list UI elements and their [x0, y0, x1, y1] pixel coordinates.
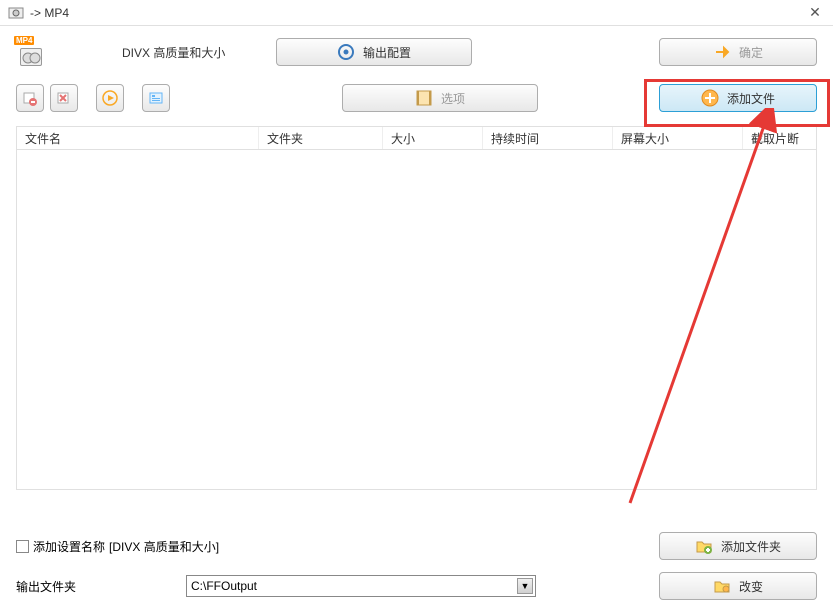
table-body[interactable]: [16, 150, 817, 490]
row-toolbar: 选项 添加文件: [16, 84, 817, 112]
col-duration[interactable]: 持续时间: [483, 127, 613, 149]
checkbox-label-suffix: [DIVX 高质量和大小]: [109, 538, 219, 555]
clear-button[interactable]: [50, 84, 78, 112]
window-title: -> MP4: [30, 6, 69, 20]
table-header: 文件名 文件夹 大小 持续时间 屏幕大小 截取片断: [16, 126, 817, 150]
app-icon: [8, 5, 24, 21]
profile-label: DIVX 高质量和大小: [122, 44, 262, 61]
output-config-button[interactable]: 输出配置: [276, 38, 472, 66]
titlebar: -> MP4 ✕: [0, 0, 833, 26]
output-folder-label: 输出文件夹: [16, 578, 176, 595]
output-folder-combo[interactable]: C:\FFOutput ▼: [186, 575, 536, 597]
output-folder-value: C:\FFOutput: [191, 579, 257, 593]
info-button[interactable]: [142, 84, 170, 112]
mp4-icon: MP4: [16, 38, 48, 66]
col-size[interactable]: 大小: [383, 127, 483, 149]
options-button[interactable]: 选项: [342, 84, 538, 112]
output-row: 输出文件夹 C:\FFOutput ▼ 改变: [16, 572, 817, 600]
plus-icon: [701, 89, 719, 107]
options-label: 选项: [441, 90, 465, 107]
col-screen[interactable]: 屏幕大小: [613, 127, 743, 149]
add-file-label: 添加文件: [727, 90, 775, 107]
folder-icon: [713, 577, 731, 595]
checkbox-icon[interactable]: [16, 540, 29, 553]
close-button[interactable]: ✕: [805, 3, 825, 23]
chevron-down-icon[interactable]: ▼: [517, 578, 533, 594]
change-label: 改变: [739, 578, 763, 595]
output-config-label: 输出配置: [363, 44, 411, 61]
folder-plus-icon: [695, 537, 713, 555]
change-button[interactable]: 改变: [659, 572, 817, 600]
add-folder-button[interactable]: 添加文件夹: [659, 532, 817, 560]
add-file-button[interactable]: 添加文件: [659, 84, 817, 112]
add-folder-label: 添加文件夹: [721, 538, 781, 555]
col-name[interactable]: 文件名: [17, 127, 259, 149]
bottom-panel: 添加设置名称 [DIVX 高质量和大小] 添加文件夹 输出文件夹 C:\FFOu…: [16, 532, 817, 600]
main-content: MP4 DIVX 高质量和大小 输出配置: [0, 26, 833, 500]
remove-button[interactable]: [16, 84, 44, 112]
ok-label: 确定: [739, 44, 763, 61]
col-trim[interactable]: 截取片断: [743, 127, 816, 149]
row-profile: MP4 DIVX 高质量和大小 输出配置: [16, 38, 817, 66]
film-icon: [415, 89, 433, 107]
ok-button[interactable]: 确定: [659, 38, 817, 66]
gear-icon: [337, 43, 355, 61]
col-folder[interactable]: 文件夹: [259, 127, 383, 149]
checkbox-row: 添加设置名称 [DIVX 高质量和大小] 添加文件夹: [16, 532, 817, 560]
play-button[interactable]: [96, 84, 124, 112]
arrow-right-icon: [713, 43, 731, 61]
checkbox-label-prefix: 添加设置名称: [33, 538, 105, 555]
append-name-checkbox-wrap[interactable]: 添加设置名称 [DIVX 高质量和大小]: [16, 538, 219, 555]
